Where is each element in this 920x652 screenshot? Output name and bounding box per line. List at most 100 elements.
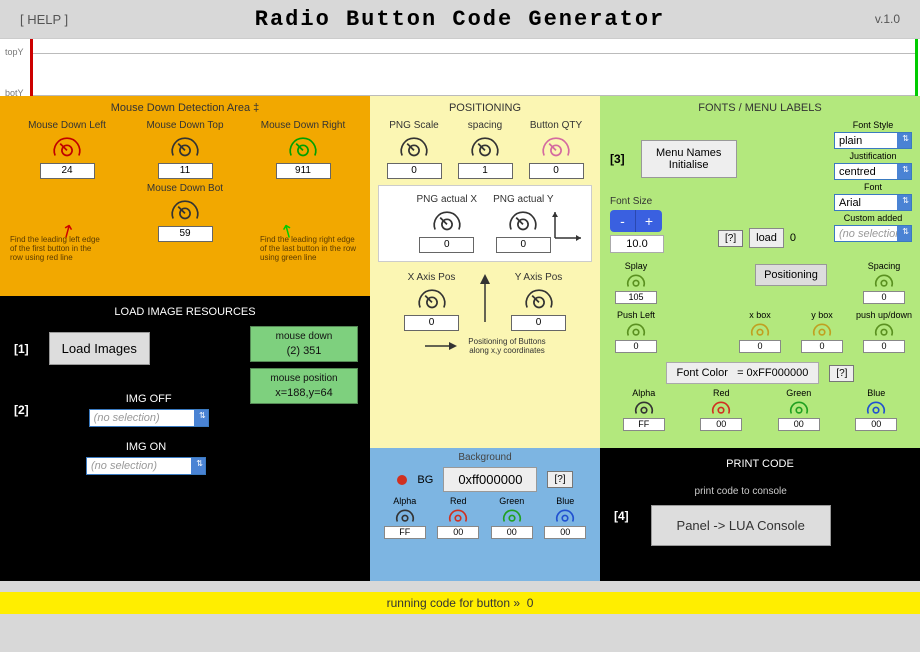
green-guide[interactable]	[915, 39, 918, 96]
fontstyle-select[interactable]: plain	[834, 132, 912, 149]
imgon-select[interactable]: (no selection)	[86, 457, 206, 475]
fred-label: Red	[713, 388, 730, 398]
dial-knob-icon[interactable]	[873, 321, 895, 339]
fgreen-readout[interactable]: 00	[778, 418, 820, 431]
mouse-pos-val: x=188,y=64	[257, 387, 351, 399]
imgoff-select[interactable]: (no selection)	[89, 409, 209, 427]
menu-init-button[interactable]: Menu Names Initialise	[641, 140, 737, 178]
resources-title: LOAD IMAGE RESOURCES	[14, 306, 356, 318]
fblue-readout[interactable]: 00	[855, 418, 897, 431]
dial-knob-icon[interactable]	[447, 507, 469, 525]
ypos-readout[interactable]: 0	[511, 315, 566, 331]
fontstyle-label: Font Style	[834, 120, 912, 130]
red-guide[interactable]	[30, 39, 33, 96]
pngscale-readout[interactable]: 0	[387, 163, 442, 179]
dial-knob-icon[interactable]	[873, 272, 895, 290]
dial-knob-icon[interactable]	[554, 507, 576, 525]
fonts-help-button[interactable]: [?]	[718, 230, 743, 247]
dial-knob-icon[interactable]	[811, 321, 833, 339]
pngax-readout[interactable]: 0	[419, 237, 474, 253]
falpha-label: Alpha	[632, 388, 655, 398]
fontcolor-help-button[interactable]: [?]	[829, 365, 854, 382]
btnqty-readout[interactable]: 0	[529, 163, 584, 179]
xbox-readout[interactable]: 0	[739, 340, 781, 353]
pos-hint: Positioning of Buttons along x,y coordin…	[467, 337, 547, 355]
dial-knob-icon[interactable]	[168, 196, 202, 224]
load-images-button[interactable]: Load Images	[49, 332, 150, 365]
hint-left: Find the leading left edge of the first …	[10, 236, 100, 262]
mdt-readout[interactable]: 11	[158, 163, 213, 179]
dial-knob-icon[interactable]	[865, 399, 887, 417]
step2-label: [2]	[14, 403, 29, 417]
dial-knob-icon[interactable]	[710, 399, 732, 417]
red-readout[interactable]: 00	[437, 526, 479, 539]
dial-knob-icon[interactable]	[501, 507, 523, 525]
pngax-label: PNG actual X	[417, 194, 478, 205]
status-index: 0	[527, 596, 534, 610]
top-guide-line	[30, 53, 916, 54]
mouse-pos-lbl: mouse position	[257, 373, 351, 384]
imgon-label: IMG ON	[126, 441, 166, 453]
background-panel: Background BG 0xff000000 [?] Alpha FF Re…	[370, 448, 600, 581]
fontsize-decr-button[interactable]: -	[610, 210, 636, 232]
dial-knob-icon[interactable]	[749, 321, 771, 339]
help-link[interactable]: [ HELP ]	[20, 12, 68, 27]
splay-readout[interactable]: 105	[615, 291, 657, 304]
fontsize-value[interactable]: 10.0	[610, 235, 664, 253]
dial-knob-icon[interactable]	[468, 133, 502, 161]
bg-hex-readout[interactable]: 0xff000000	[443, 467, 537, 492]
mdr-readout[interactable]: 911	[276, 163, 331, 179]
custom-select[interactable]: (no selection)	[834, 225, 912, 242]
topy-label: topY	[5, 47, 24, 57]
mdl-readout[interactable]: 24	[40, 163, 95, 179]
dial-knob-icon[interactable]	[633, 399, 655, 417]
fonts-positioning-button[interactable]: Positioning	[755, 264, 827, 286]
pngay-readout[interactable]: 0	[496, 237, 551, 253]
status-text: running code for button »	[387, 596, 520, 610]
font-select[interactable]: Arial	[834, 194, 912, 211]
dial-knob-icon[interactable]	[430, 207, 464, 235]
print-label: print code to console	[695, 486, 787, 497]
dial-knob-icon[interactable]	[788, 399, 810, 417]
fontcolor-readout[interactable]: Font Color = 0xFF000000	[666, 362, 820, 384]
green-readout[interactable]: 00	[491, 526, 533, 539]
right-arrow-icon	[423, 339, 459, 353]
dial-knob-icon[interactable]	[168, 133, 202, 161]
font-label: Font	[834, 182, 912, 192]
just-select[interactable]: centred	[834, 163, 912, 180]
step3-label: [3]	[610, 152, 625, 166]
axes-icon	[551, 208, 585, 242]
pushleft-readout[interactable]: 0	[615, 340, 657, 353]
detection-strip[interactable]: topY botY	[0, 38, 920, 96]
falpha-readout[interactable]: FF	[623, 418, 665, 431]
splay-label: Splay	[625, 261, 648, 271]
bg-dot-icon	[397, 475, 407, 485]
dial-knob-icon[interactable]	[522, 285, 556, 313]
dial-knob-icon[interactable]	[50, 133, 84, 161]
green-label: Green	[499, 496, 524, 506]
alpha-readout[interactable]: FF	[384, 526, 426, 539]
xpos-readout[interactable]: 0	[404, 315, 459, 331]
bg-help-button[interactable]: [?]	[547, 471, 572, 488]
dial-knob-icon[interactable]	[286, 133, 320, 161]
pushud-readout[interactable]: 0	[863, 340, 905, 353]
load-button[interactable]: load	[749, 228, 784, 248]
dial-knob-icon[interactable]	[394, 507, 416, 525]
dial-knob-icon[interactable]	[397, 133, 431, 161]
dial-knob-icon[interactable]	[625, 272, 647, 290]
dial-knob-icon[interactable]	[506, 207, 540, 235]
mouse-down-title: Mouse Down Detection Area ‡	[10, 102, 360, 114]
spacing-readout[interactable]: 1	[458, 163, 513, 179]
fspacing-readout[interactable]: 0	[863, 291, 905, 304]
blue-readout[interactable]: 00	[544, 526, 586, 539]
mdb-readout[interactable]: 59	[158, 226, 213, 242]
print-code-panel: PRINT CODE [4] print code to console Pan…	[600, 448, 920, 581]
print-console-button[interactable]: Panel -> LUA Console	[651, 505, 831, 546]
print-title: PRINT CODE	[614, 458, 906, 470]
dial-knob-icon[interactable]	[625, 321, 647, 339]
fontsize-incr-button[interactable]: +	[636, 210, 662, 232]
dial-knob-icon[interactable]	[415, 285, 449, 313]
fred-readout[interactable]: 00	[700, 418, 742, 431]
ybox-readout[interactable]: 0	[801, 340, 843, 353]
dial-knob-icon[interactable]	[539, 133, 573, 161]
